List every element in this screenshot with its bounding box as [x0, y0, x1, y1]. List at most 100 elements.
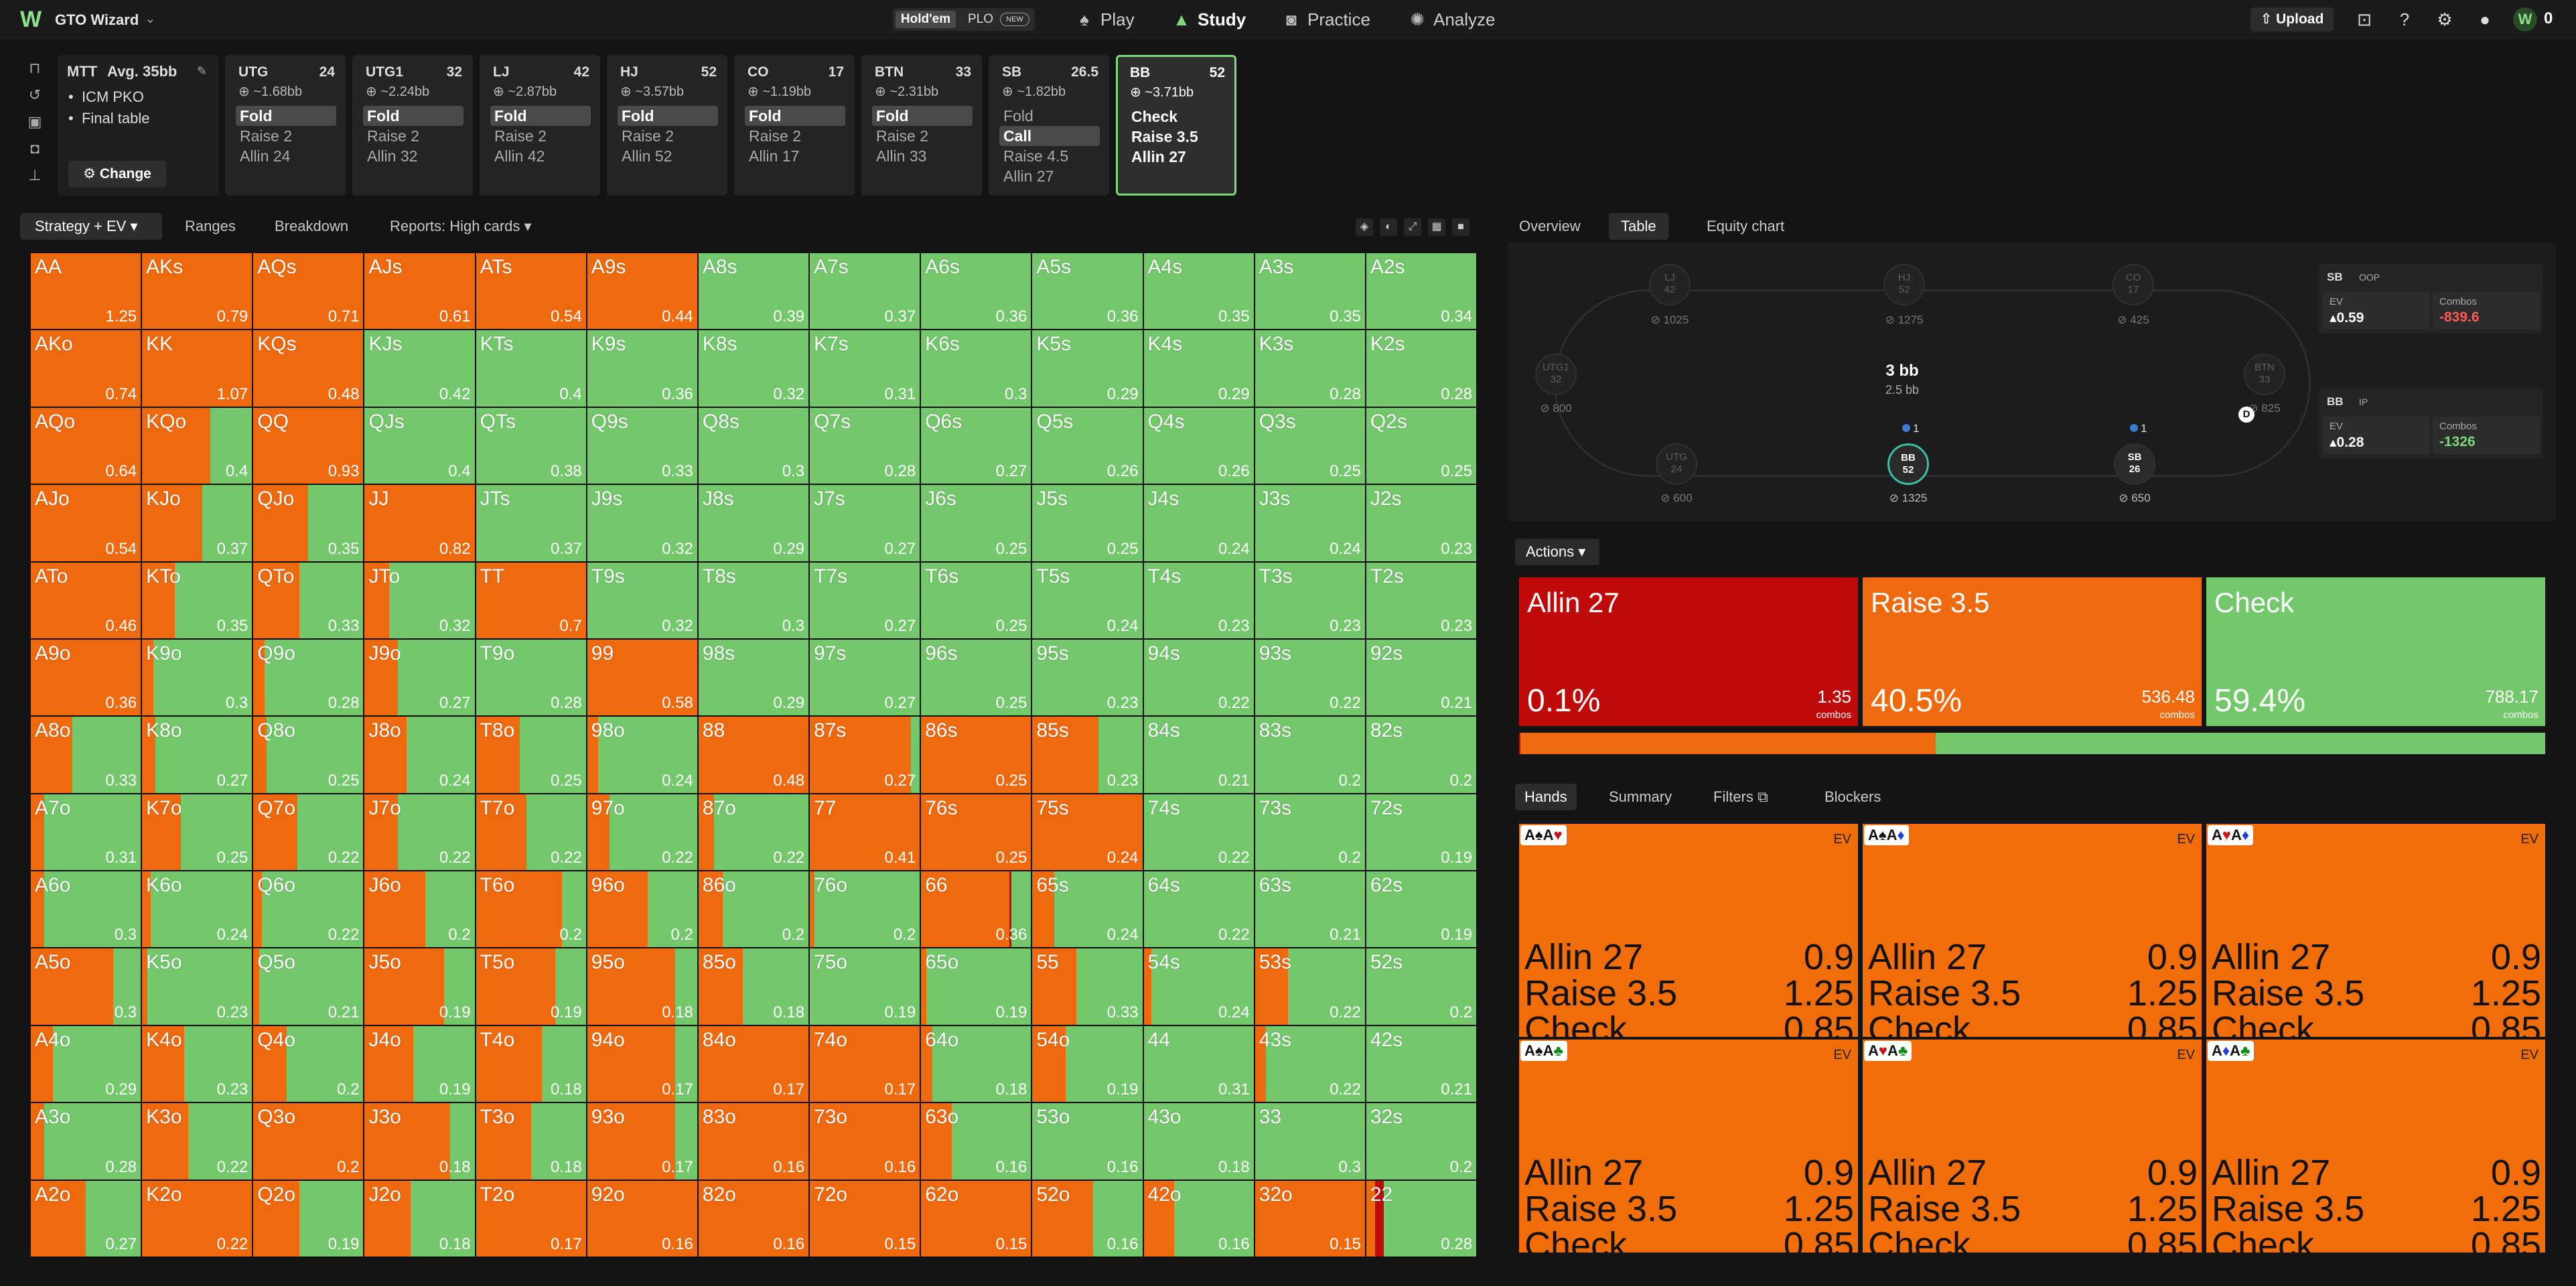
hand-cell[interactable]: AKo 0.74: [31, 330, 143, 408]
hand-cell[interactable]: 98s 0.29: [698, 639, 810, 717]
hand-cell[interactable]: Q4s 0.26: [1143, 407, 1255, 486]
hand-cell[interactable]: Q3o 0.2: [253, 1103, 365, 1181]
holdem-toggle[interactable]: Hold'em: [896, 11, 956, 28]
gear-icon[interactable]: ⚙: [2433, 8, 2456, 31]
history-icon[interactable]: ↺: [20, 82, 50, 109]
hand-cell[interactable]: T9s 0.32: [587, 562, 699, 640]
align-icon[interactable]: ⊥: [20, 162, 50, 189]
hand-cell[interactable]: 42o 0.16: [1143, 1180, 1255, 1258]
seat-co[interactable]: CO 17: [2113, 264, 2154, 305]
screenshot-icon[interactable]: ⊡: [2353, 8, 2376, 31]
help-icon[interactable]: ?: [2393, 8, 2416, 31]
hand-cell[interactable]: J2s 0.23: [1366, 485, 1478, 563]
hand-combo-cell[interactable]: A♦A♣ EV Allin 27 0.9 Raise 3.5 1.25 Check 0.85: [2206, 1040, 2545, 1253]
hand-cell[interactable]: 97s 0.27: [810, 639, 922, 717]
hand-cell[interactable]: 87s 0.27: [810, 717, 922, 794]
action-option[interactable]: Fold: [363, 106, 463, 126]
gto-wizard-logo-icon[interactable]: W: [20, 8, 43, 31]
hand-cell[interactable]: 72s 0.19: [1366, 794, 1478, 872]
hand-cell[interactable]: A8o 0.33: [31, 717, 143, 794]
hand-cell[interactable]: J9s 0.32: [587, 485, 699, 563]
hand-cell[interactable]: AQs 0.71: [253, 253, 365, 331]
tab-overview[interactable]: Overview: [1507, 213, 1593, 240]
action-option[interactable]: Raise 3.5: [1127, 127, 1228, 147]
hand-cell[interactable]: 63s 0.21: [1255, 871, 1366, 949]
nav-play[interactable]: ♠ Play: [1074, 7, 1134, 32]
hand-cell[interactable]: 93o 0.17: [587, 1103, 699, 1181]
action-option[interactable]: Allin 52: [618, 146, 718, 166]
tab-summary[interactable]: Summary: [1609, 784, 1672, 810]
hand-cell[interactable]: JTs 0.37: [476, 485, 587, 563]
action-option[interactable]: Raise 4.5: [999, 146, 1100, 166]
action-option[interactable]: Check: [1127, 106, 1228, 127]
hand-cell[interactable]: T6o 0.2: [476, 871, 587, 949]
hand-cell[interactable]: T8s 0.3: [698, 562, 810, 640]
hand-cell[interactable]: 64s 0.22: [1143, 871, 1255, 949]
hand-cell[interactable]: J6s 0.25: [921, 485, 1033, 563]
hand-cell[interactable]: J5s 0.25: [1032, 485, 1144, 563]
credits-icon[interactable]: W: [2513, 7, 2537, 31]
hand-cell[interactable]: T3s 0.23: [1255, 562, 1366, 640]
hand-cell[interactable]: 62s 0.19: [1366, 871, 1478, 949]
hand-cell[interactable]: K8o 0.27: [142, 717, 254, 794]
hand-cell[interactable]: Q8s 0.3: [698, 407, 810, 486]
hand-cell[interactable]: T6s 0.25: [921, 562, 1033, 640]
action-option[interactable]: Call: [999, 126, 1100, 146]
hand-cell[interactable]: Q3s 0.25: [1255, 407, 1366, 486]
hand-cell[interactable]: ATs 0.54: [476, 253, 587, 331]
hand-combo-cell[interactable]: A♠A♦ EV Allin 27 0.9 Raise 3.5 1.25 Check 0.85: [1863, 824, 2202, 1037]
hand-cell[interactable]: J6o 0.2: [364, 871, 476, 949]
hand-cell[interactable]: 22 0.28: [1366, 1180, 1478, 1258]
tab-filters[interactable]: Filters ⧉: [1713, 784, 1768, 810]
seat-hj[interactable]: HJ 52: [1883, 264, 1925, 305]
hand-cell[interactable]: 64o 0.18: [921, 1025, 1033, 1104]
hand-cell[interactable]: 95s 0.23: [1032, 639, 1144, 717]
position-card-bb[interactable]: BB 52 ⊕ ~3.71bb Check Raise 3.5 Allin 27: [1116, 55, 1236, 196]
hand-cell[interactable]: Q2s 0.25: [1366, 407, 1478, 486]
position-card-btn[interactable]: BTN 33 ⊕ ~2.31bb Fold Raise 2 Allin 33: [861, 55, 982, 196]
hand-cell[interactable]: Q7o 0.22: [253, 794, 365, 872]
tab-breakdown[interactable]: Breakdown: [275, 213, 348, 240]
action-option[interactable]: Raise 2: [745, 126, 845, 146]
nav-analyze[interactable]: ✺ Analyze: [1407, 7, 1495, 32]
action-option[interactable]: Raise 2: [363, 126, 463, 146]
hand-cell[interactable]: A2o 0.27: [31, 1180, 143, 1258]
hand-cell[interactable]: AJs 0.61: [364, 253, 476, 331]
seat-bb-hero[interactable]: BB 52: [1887, 443, 1929, 485]
hand-cell[interactable]: 94s 0.22: [1143, 639, 1255, 717]
grid-view-icon[interactable]: ▦: [1428, 218, 1445, 236]
hand-cell[interactable]: K8s 0.32: [698, 330, 810, 408]
hand-cell[interactable]: Q6o 0.22: [253, 871, 365, 949]
hand-cell[interactable]: J9o 0.27: [364, 639, 476, 717]
action-option[interactable]: Allin 27: [999, 166, 1100, 186]
position-card-co[interactable]: CO 17 ⊕ ~1.19bb Fold Raise 2 Allin 17: [734, 55, 855, 196]
seat-utg1[interactable]: UTG1 32: [1535, 354, 1577, 395]
hand-cell[interactable]: 43o 0.18: [1143, 1103, 1255, 1181]
hand-cell[interactable]: K7s 0.31: [810, 330, 922, 408]
action-option[interactable]: Allin 27: [1127, 147, 1228, 167]
hand-cell[interactable]: T4s 0.23: [1143, 562, 1255, 640]
nav-study[interactable]: ▲ Study: [1171, 7, 1246, 32]
hand-cell[interactable]: AQo 0.64: [31, 407, 143, 486]
hand-cell[interactable]: T5s 0.24: [1032, 562, 1144, 640]
action-option[interactable]: Raise 2: [872, 126, 973, 146]
action-box-allin-27[interactable]: Allin 27 0.1% 1.35 combos: [1519, 577, 1858, 726]
hand-cell[interactable]: K5s 0.29: [1032, 330, 1144, 408]
hand-cell[interactable]: QTs 0.38: [476, 407, 587, 486]
position-card-sb[interactable]: SB 26.5 ⊕ ~1.82bb Fold Call Raise 4.5 Allin 27: [989, 55, 1109, 196]
hand-cell[interactable]: 62o 0.15: [921, 1180, 1033, 1258]
action-option[interactable]: Fold: [872, 106, 973, 126]
hand-cell[interactable]: A3s 0.35: [1255, 253, 1366, 331]
hand-cell[interactable]: 96s 0.25: [921, 639, 1033, 717]
hand-cell[interactable]: K4o 0.23: [142, 1025, 254, 1104]
hand-cell[interactable]: K3o 0.22: [142, 1103, 254, 1181]
hand-cell[interactable]: 73o 0.16: [810, 1103, 922, 1181]
hand-cell[interactable]: T3o 0.18: [476, 1103, 587, 1181]
hand-cell[interactable]: 85o 0.18: [698, 948, 810, 1026]
tab-ranges[interactable]: Ranges: [185, 213, 236, 240]
position-card-utg[interactable]: UTG 24 ⊕ ~1.68bb Fold Raise 2 Allin 24: [225, 55, 346, 196]
hand-cell[interactable]: J5o 0.19: [364, 948, 476, 1026]
action-option[interactable]: Fold: [999, 106, 1100, 126]
hand-cell[interactable]: T4o 0.18: [476, 1025, 587, 1104]
hand-cell[interactable]: 65o 0.19: [921, 948, 1033, 1026]
